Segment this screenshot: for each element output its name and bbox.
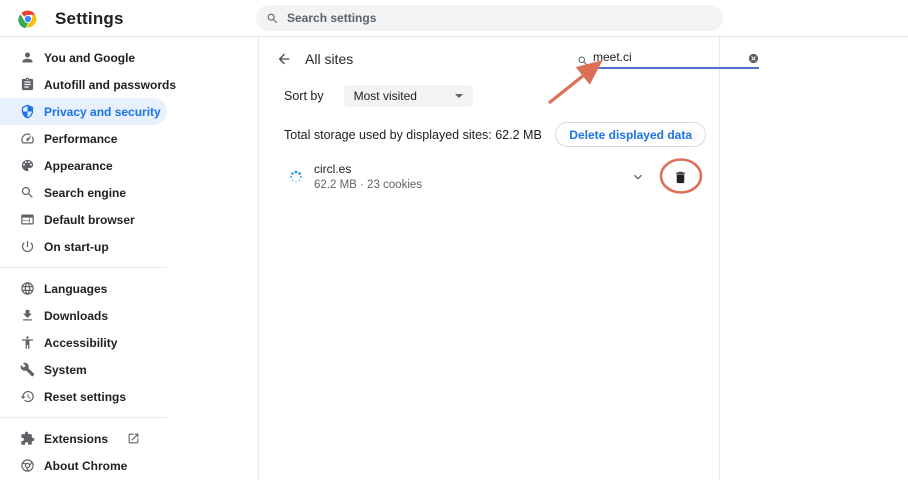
sidebar-item-default-browser[interactable]: Default browser <box>0 206 167 233</box>
subpage-title: All sites <box>305 51 354 67</box>
sidebar-item-label: Accessibility <box>44 335 118 350</box>
accessibility-icon <box>20 335 35 350</box>
sidebar-item-label: About Chrome <box>44 458 128 473</box>
chrome-settings-window: Settings You and Google Autofill and pas… <box>0 0 908 480</box>
sidebar-divider <box>0 267 167 268</box>
clear-icon[interactable] <box>748 51 759 64</box>
restore-icon <box>20 389 35 404</box>
browser-window-icon <box>20 212 35 227</box>
chrome-logo-icon <box>18 9 38 29</box>
site-list-item[interactable]: circl.es 62.2 MB · 23 cookies <box>259 157 719 197</box>
clipboard-icon <box>20 77 35 92</box>
trash-icon[interactable] <box>673 170 688 185</box>
sort-select[interactable]: Most visited <box>343 85 473 107</box>
person-icon <box>20 50 35 65</box>
site-search-field[interactable] <box>577 49 759 69</box>
external-link-icon <box>127 432 140 445</box>
sidebar-item-system[interactable]: System <box>0 356 167 383</box>
sidebar-item-label: Extensions <box>44 431 109 446</box>
settings-search-bar[interactable] <box>256 5 723 31</box>
sidebar-item-label: Languages <box>44 281 108 296</box>
sidebar-item-label: Privacy and security <box>44 104 161 119</box>
site-storage-details: 62.2 MB · 23 cookies <box>314 179 423 191</box>
sidebar-item-label: Search engine <box>44 185 127 200</box>
sort-row: Sort by Most visited <box>284 85 473 107</box>
search-icon <box>266 12 279 25</box>
all-sites-panel: All sites Sort by Most visited <box>258 37 759 480</box>
settings-search-input[interactable] <box>287 11 713 25</box>
sidebar-item-downloads[interactable]: Downloads <box>0 302 167 329</box>
palette-icon <box>20 158 35 173</box>
sidebar-item-label: Default browser <box>44 212 135 227</box>
search-icon <box>20 185 35 200</box>
sidebar-item-about-chrome[interactable]: About Chrome <box>0 452 167 479</box>
speedometer-icon <box>20 131 35 146</box>
sidebar-item-performance[interactable]: Performance <box>0 125 167 152</box>
wrench-icon <box>20 362 35 377</box>
site-name: circl.es <box>314 162 352 176</box>
sidebar-item-autofill[interactable]: Autofill and passwords <box>0 71 176 98</box>
sidebar-item-label: Performance <box>44 131 118 146</box>
app-header: Settings <box>0 0 908 37</box>
dropdown-caret-icon <box>454 94 463 98</box>
storage-summary-row: Total storage used by displayed sites: 6… <box>284 122 706 147</box>
globe-icon <box>20 281 35 296</box>
page-title: Settings <box>55 8 124 28</box>
sidebar-item-search-engine[interactable]: Search engine <box>0 179 167 206</box>
sidebar-item-label: Autofill and passwords <box>44 77 177 92</box>
sort-by-label: Sort by <box>284 89 324 103</box>
sidebar-divider <box>0 417 167 418</box>
shield-icon <box>20 104 35 119</box>
sidebar-item-label: Reset settings <box>44 389 127 404</box>
power-icon <box>20 239 35 254</box>
sidebar-item-label: Appearance <box>44 158 113 173</box>
sidebar-item-label: System <box>44 362 87 377</box>
download-icon <box>20 308 35 323</box>
sort-selected-option: Most visited <box>353 89 417 103</box>
sidebar-item-on-startup[interactable]: On start-up <box>0 233 167 260</box>
sidebar-item-languages[interactable]: Languages <box>0 275 167 302</box>
sidebar-item-privacy-and-security[interactable]: Privacy and security <box>0 98 167 125</box>
subpage-header: All sites <box>276 45 759 73</box>
sidebar-item-reset-settings[interactable]: Reset settings <box>0 383 167 410</box>
sidebar-item-accessibility[interactable]: Accessibility <box>0 329 167 356</box>
sidebar-item-appearance[interactable]: Appearance <box>0 152 167 179</box>
sidebar-item-label: On start-up <box>44 239 109 254</box>
search-icon <box>577 54 589 66</box>
site-search-input[interactable] <box>593 49 748 64</box>
sidebar-item-label: You and Google <box>44 50 136 65</box>
delete-displayed-data-button[interactable]: Delete displayed data <box>555 122 706 147</box>
sidebar-item-extensions[interactable]: Extensions <box>0 425 167 452</box>
sidebar-item-you-and-google[interactable]: You and Google <box>0 44 167 71</box>
chevron-down-icon[interactable] <box>630 169 646 185</box>
sidebar-nav: You and Google Autofill and passwords Pr… <box>0 37 258 480</box>
site-favicon <box>288 169 304 185</box>
puzzle-icon <box>20 431 35 446</box>
sidebar-item-label: Downloads <box>44 308 109 323</box>
back-arrow-icon[interactable] <box>276 51 292 67</box>
storage-summary-text: Total storage used by displayed sites: 6… <box>284 127 542 142</box>
chrome-outline-icon <box>20 458 35 473</box>
